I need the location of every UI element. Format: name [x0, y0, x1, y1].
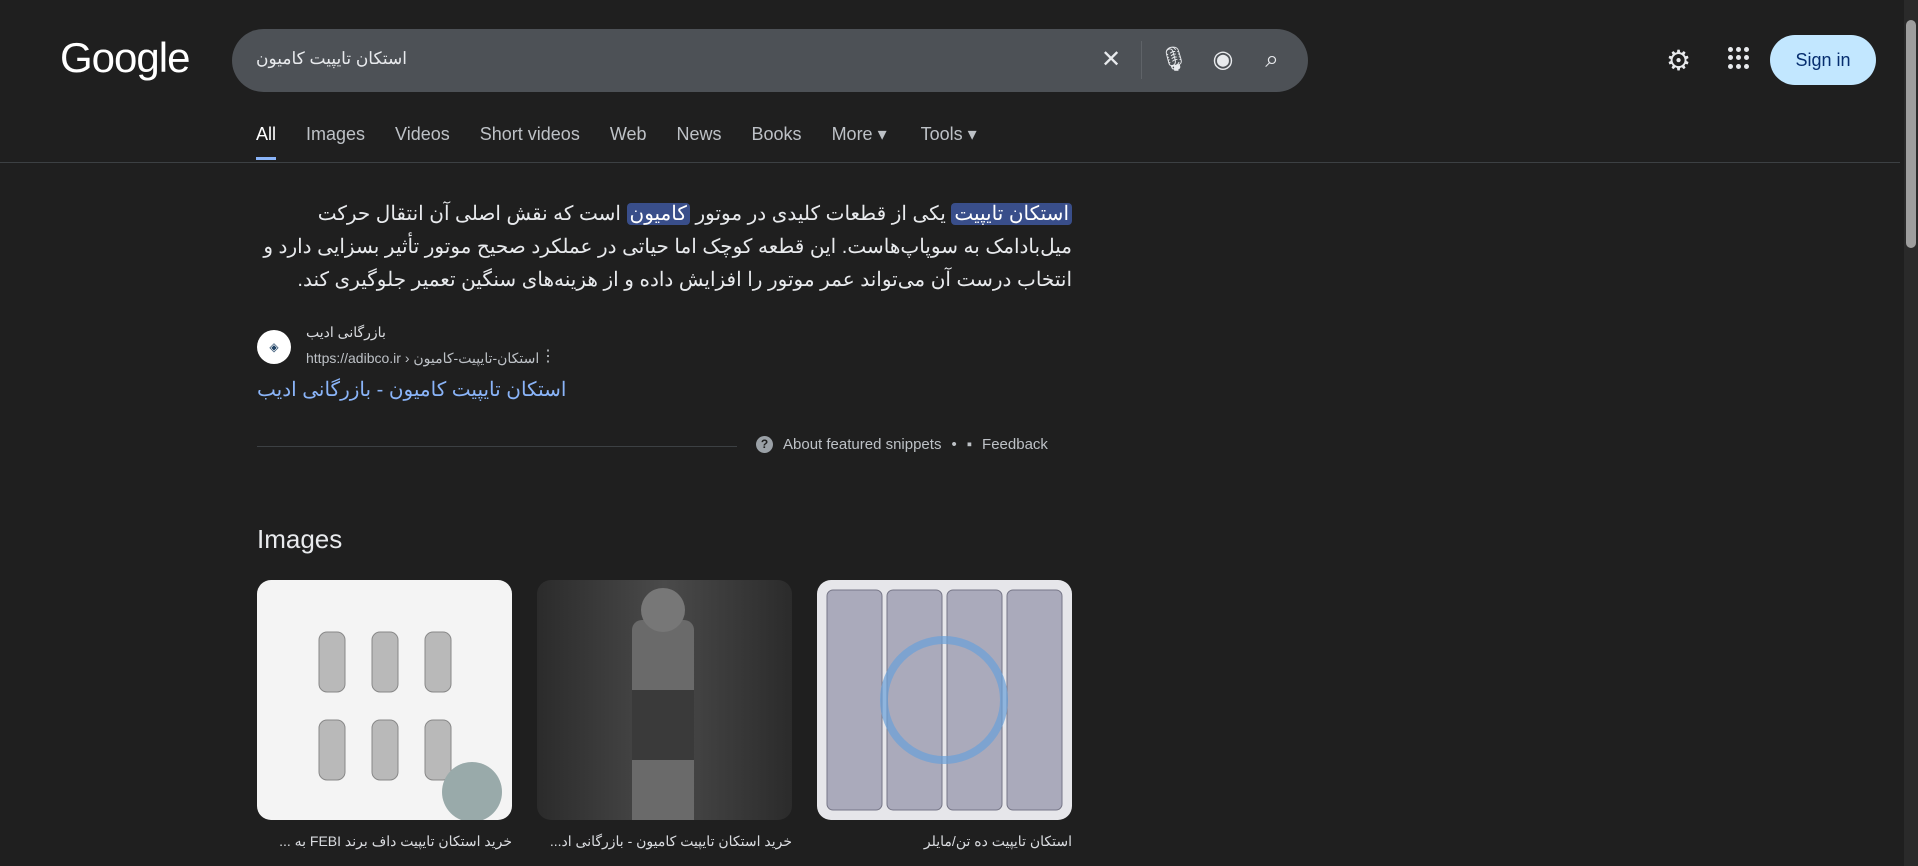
snippet-footer: ? About featured snippets • ▪ Feedback [756, 436, 1048, 453]
image-thumbnail[interactable] [537, 580, 792, 820]
google-logo[interactable]: Google [60, 34, 190, 82]
highlight: استکان تایپیت [951, 203, 1072, 225]
search-icon[interactable]: ⌕ [1255, 43, 1289, 77]
source-url[interactable]: https://adibco.ir › استکان-تایپیت-کامیون [306, 350, 539, 367]
site-favicon: ◈ [257, 330, 291, 364]
tab-books[interactable]: Books [752, 124, 802, 160]
result-title-link[interactable]: استکان تایپیت کامیون - بازرگانی ادیب [257, 377, 566, 402]
featured-snippet-text: استکان تایپیت یکی از قطعات کلیدی در موتو… [257, 198, 1072, 297]
search-input[interactable]: استکان تایپیت کامیون [256, 49, 407, 69]
image-caption[interactable]: خرید استکان تایپیت داف برند FEBI به ... [257, 833, 512, 850]
tab-videos[interactable]: Videos [395, 124, 450, 160]
divider [0, 162, 1900, 163]
image-caption[interactable]: استکان تایپیت ده تن/مایلر [817, 833, 1072, 850]
settings-gear-icon[interactable]: ⚙ [1666, 44, 1691, 77]
image-thumbnail[interactable] [257, 580, 512, 820]
tab-all[interactable]: All [256, 124, 277, 160]
source-name[interactable]: بازرگانی ادیب [306, 324, 386, 341]
search-tabs: All Images Videos Short videos Web News … [256, 124, 1007, 160]
microphone-icon[interactable]: 🎙 [1157, 43, 1191, 77]
tab-web[interactable]: Web [610, 124, 647, 160]
tab-more[interactable]: More ▾ [832, 124, 887, 160]
scrollbar-thumb[interactable] [1906, 20, 1916, 248]
about-snippets-link[interactable]: About featured snippets [783, 436, 941, 453]
divider [1141, 41, 1142, 79]
more-options-icon[interactable]: ⋮ [540, 346, 556, 366]
feedback-icon: ▪ [966, 436, 973, 453]
tools-button[interactable]: Tools ▾ [921, 124, 977, 160]
tab-images[interactable]: Images [306, 124, 365, 160]
feedback-link[interactable]: Feedback [982, 436, 1048, 453]
images-heading: Images [257, 524, 343, 554]
highlight: کامیون [626, 203, 690, 225]
sign-in-button[interactable]: Sign in [1770, 35, 1876, 85]
tab-news[interactable]: News [677, 124, 722, 160]
snippet-text: یکی از قطعات کلیدی در موتور [689, 203, 952, 225]
search-box[interactable]: استکان تایپیت کامیون ✕ 🎙 ◉ ⌕ [232, 29, 1308, 92]
lens-icon[interactable]: ◉ [1206, 43, 1240, 77]
clear-icon[interactable]: ✕ [1094, 43, 1128, 77]
help-icon: ? [756, 436, 773, 453]
image-thumbnail[interactable] [817, 580, 1072, 820]
image-caption[interactable]: خرید استکان تایپیت کامیون - بازرگانی اد.… [537, 833, 792, 850]
separator: • [951, 436, 957, 453]
tab-short-videos[interactable]: Short videos [480, 124, 580, 160]
divider [257, 446, 737, 447]
apps-grid-icon[interactable] [1728, 47, 1750, 69]
